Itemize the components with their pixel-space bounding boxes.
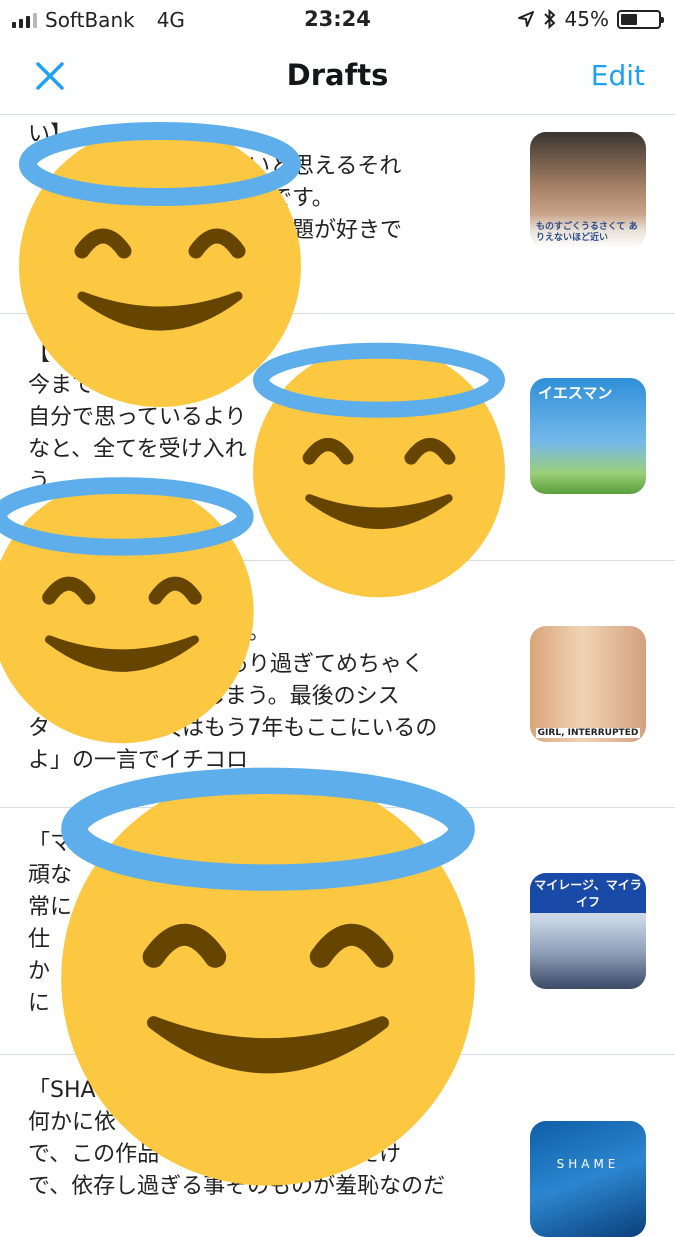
- battery-percent: 45%: [564, 7, 609, 31]
- smiling-face-with-halo-icon: [61, 767, 475, 1186]
- status-bar: SoftBank 4G 23:24 45%: [0, 0, 675, 38]
- thumbnail-caption: GIRL, INTERRUPTED: [536, 728, 640, 738]
- thumbnail-caption: ものすごくうるさくて ありえないほど近い: [536, 222, 638, 243]
- location-arrow-icon: [517, 11, 534, 27]
- draft-thumbnail: SHAME: [530, 1121, 646, 1237]
- smiling-face-with-halo-icon: [0, 477, 254, 744]
- draft-thumbnail: マイレージ、マイライフ: [530, 873, 646, 989]
- edit-button[interactable]: Edit: [591, 59, 645, 92]
- status-right: 45%: [517, 7, 664, 31]
- smiling-face-with-halo-icon: [253, 342, 505, 598]
- draft-thumbnail: ものすごくうるさくて ありえないほど近い: [530, 132, 646, 248]
- battery-icon: [617, 9, 664, 29]
- bluetooth-icon: [543, 9, 556, 29]
- battery-fill: [621, 13, 637, 25]
- thumbnail-caption: SHAME: [556, 1157, 620, 1171]
- thumbnail-caption: イエスマン: [538, 384, 613, 402]
- thumbnail-caption: マイレージ、マイライフ: [530, 873, 646, 913]
- nav-bar: Drafts Edit: [0, 38, 675, 115]
- draft-thumbnail: イエスマン: [530, 378, 646, 494]
- draft-thumbnail: GIRL, INTERRUPTED: [530, 626, 646, 742]
- page-title: Drafts: [286, 58, 389, 92]
